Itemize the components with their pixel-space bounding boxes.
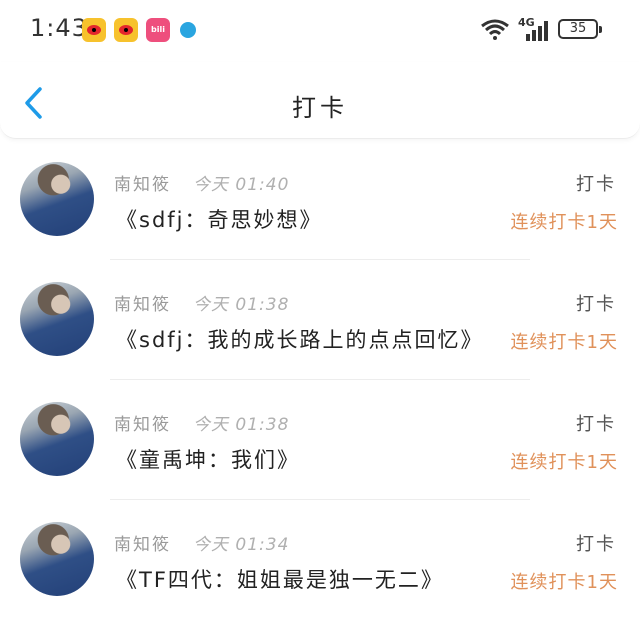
checkin-button[interactable]: 打卡 <box>576 410 616 436</box>
item-title[interactable]: 《sdfj：我的成长路上的点点回忆》 <box>116 324 484 354</box>
streak-label: 连续打卡1天 <box>510 572 618 593</box>
avatar[interactable] <box>20 522 94 596</box>
streak-label: 连续打卡1天 <box>510 452 618 473</box>
author-name: 南知筱 <box>114 535 171 555</box>
timestamp: 今天 01:34 <box>193 535 290 555</box>
wifi-icon <box>481 19 509 40</box>
status-bar: 1:43 bili 4G 35 <box>0 0 640 62</box>
weibo-icon <box>114 18 138 42</box>
checkin-button[interactable]: 打卡 <box>576 290 616 316</box>
author-name: 南知筱 <box>114 295 171 315</box>
author-name: 南知筱 <box>114 415 171 435</box>
streak-label: 连续打卡1天 <box>510 332 618 353</box>
timestamp: 今天 01:38 <box>193 415 290 435</box>
list-item[interactable]: 南知筱 今天 01:38 《sdfj：我的成长路上的点点回忆》 打卡 连续打卡1… <box>0 260 640 380</box>
timestamp: 今天 01:40 <box>193 175 290 195</box>
clock: 1:43 <box>30 14 88 42</box>
bilibili-icon: bili <box>146 18 170 42</box>
telegram-icon <box>180 22 196 38</box>
item-title[interactable]: 《童禹坤：我们》 <box>116 444 300 474</box>
timestamp: 今天 01:38 <box>193 295 290 315</box>
avatar[interactable] <box>20 282 94 356</box>
checkin-button[interactable]: 打卡 <box>576 170 616 196</box>
checkin-button[interactable]: 打卡 <box>576 530 616 556</box>
checkin-list: 南知筱 今天 01:40 《sdfj：奇思妙想》 打卡 连续打卡1天 南知筱 今… <box>0 140 640 620</box>
weibo-icon <box>82 18 106 42</box>
list-item[interactable]: 南知筱 今天 01:34 《TF四代：姐姐最是独一无二》 打卡 连续打卡1天 <box>0 500 640 620</box>
signal-icon <box>526 21 548 41</box>
battery-icon: 35 <box>558 19 602 39</box>
avatar[interactable] <box>20 162 94 236</box>
author-name: 南知筱 <box>114 175 171 195</box>
item-title[interactable]: 《TF四代：姐姐最是独一无二》 <box>116 564 444 594</box>
list-item[interactable]: 南知筱 今天 01:38 《童禹坤：我们》 打卡 连续打卡1天 <box>0 380 640 500</box>
list-item[interactable]: 南知筱 今天 01:40 《sdfj：奇思妙想》 打卡 连续打卡1天 <box>0 140 640 260</box>
item-title[interactable]: 《sdfj：奇思妙想》 <box>116 204 323 234</box>
avatar[interactable] <box>20 402 94 476</box>
nav-bar: 打卡 <box>0 62 640 139</box>
page-title: 打卡 <box>292 94 348 122</box>
streak-label: 连续打卡1天 <box>510 212 618 233</box>
